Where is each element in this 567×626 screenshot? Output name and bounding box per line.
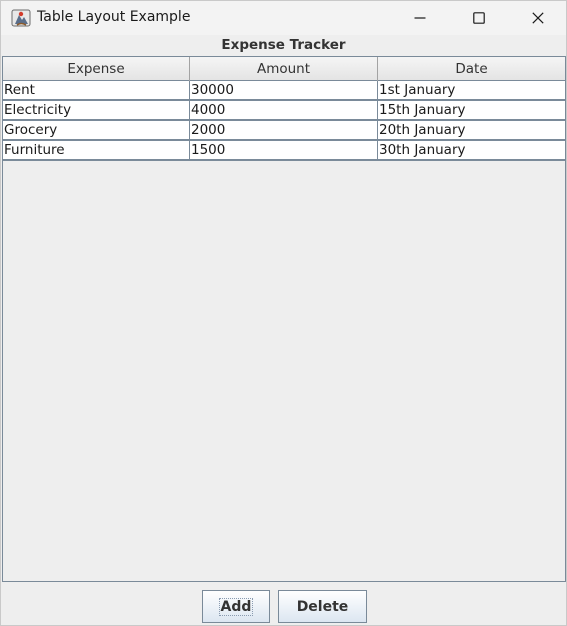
app-window: Table Layout Example Expense Tracker Exp… xyxy=(0,0,567,626)
table-cell-expense[interactable]: Electricity xyxy=(3,101,190,119)
table-row[interactable]: Rent 30000 1st January xyxy=(3,81,565,101)
column-header-date[interactable]: Date xyxy=(378,57,565,81)
table-cell-date[interactable]: 15th January xyxy=(378,101,565,119)
add-button[interactable]: Add xyxy=(202,590,270,623)
java-app-icon xyxy=(11,8,31,28)
maximize-button[interactable] xyxy=(456,1,502,35)
add-button-label: Add xyxy=(218,597,254,616)
table-cell-expense[interactable]: Rent xyxy=(3,81,190,99)
table-cell-date[interactable]: 1st January xyxy=(378,81,565,99)
expense-table[interactable]: Expense Amount Date Rent 30000 1st Janua… xyxy=(2,56,566,582)
window-title: Table Layout Example xyxy=(37,9,191,25)
column-header-amount[interactable]: Amount xyxy=(190,57,378,81)
table-row[interactable]: Furniture 1500 30th January xyxy=(3,141,565,161)
delete-button-label: Delete xyxy=(296,598,349,615)
delete-button[interactable]: Delete xyxy=(278,590,367,623)
table-header: Expense Amount Date xyxy=(3,57,565,81)
table-body: Rent 30000 1st January Electricity 4000 … xyxy=(3,81,565,161)
close-icon xyxy=(532,9,544,28)
table-cell-amount[interactable]: 2000 xyxy=(190,121,378,139)
table-cell-expense[interactable]: Grocery xyxy=(3,121,190,139)
table-cell-amount[interactable]: 4000 xyxy=(190,101,378,119)
column-header-expense[interactable]: Expense xyxy=(3,57,190,81)
table-cell-amount[interactable]: 30000 xyxy=(190,81,378,99)
minimize-icon xyxy=(414,9,426,28)
title-bar[interactable]: Table Layout Example xyxy=(1,1,566,35)
table-cell-expense[interactable]: Furniture xyxy=(3,141,190,159)
table-cell-date[interactable]: 20th January xyxy=(378,121,565,139)
table-cell-date[interactable]: 30th January xyxy=(378,141,565,159)
table-title: Expense Tracker xyxy=(221,37,346,53)
maximize-icon xyxy=(473,9,485,28)
table-cell-amount[interactable]: 1500 xyxy=(190,141,378,159)
minimize-button[interactable] xyxy=(397,1,443,35)
table-row[interactable]: Grocery 2000 20th January xyxy=(3,121,565,141)
table-row[interactable]: Electricity 4000 15th January xyxy=(3,101,565,121)
close-button[interactable] xyxy=(515,1,561,35)
